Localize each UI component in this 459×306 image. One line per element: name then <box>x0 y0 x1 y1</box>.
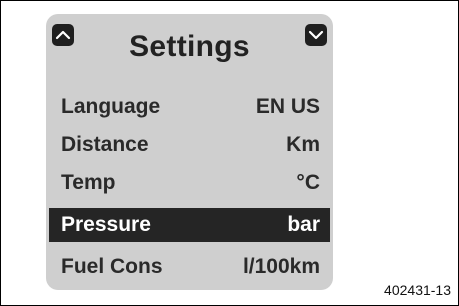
menu-item-label: Temp <box>61 171 116 194</box>
menu-item-label: Pressure <box>61 213 151 236</box>
figure-code: 402431-13 <box>384 282 451 298</box>
menu-item-language[interactable]: Language EN US <box>49 90 330 124</box>
menu-item-value: Km <box>286 133 320 156</box>
screen-title: Settings <box>129 30 250 63</box>
settings-screen: Settings Language EN US Distance Km Temp… <box>46 14 333 290</box>
menu-item-value: °C <box>296 171 320 194</box>
menu-item-fuel-cons[interactable]: Fuel Cons l/100km <box>49 250 330 284</box>
menu-item-label: Fuel Cons <box>61 255 163 278</box>
menu-item-label: Language <box>61 95 161 118</box>
menu-item-temp[interactable]: Temp °C <box>49 166 330 200</box>
menu-item-value: l/100km <box>242 255 320 278</box>
menu-item-label: Distance <box>61 133 149 156</box>
menu-item-value: EN US <box>255 95 320 118</box>
menu-item-value: bar <box>287 213 320 236</box>
menu-item-distance[interactable]: Distance Km <box>49 128 330 162</box>
menu-item-pressure[interactable]: Pressure bar <box>49 208 330 242</box>
